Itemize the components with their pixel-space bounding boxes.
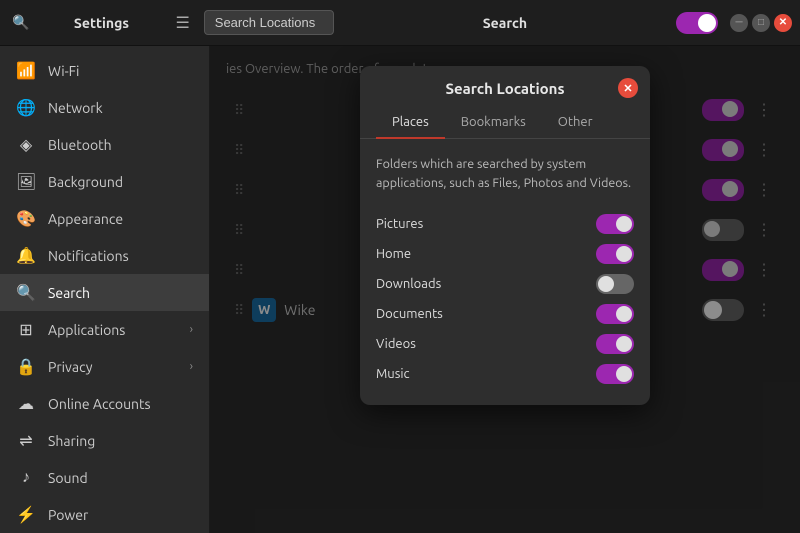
sidebar-label-online-accounts: Online Accounts — [48, 396, 151, 412]
power-icon: ⚡ — [16, 505, 36, 524]
close-button[interactable]: ✕ — [774, 14, 792, 32]
network-icon: 🌐 — [16, 98, 36, 117]
location-name-videos: Videos — [376, 337, 416, 351]
chevron-right-icon: › — [190, 323, 193, 336]
sidebar-label-sharing: Sharing — [48, 433, 95, 449]
search-locations-modal: Search Locations ✕ Places Bookmarks Othe… — [360, 66, 650, 405]
location-name-home: Home — [376, 247, 411, 261]
sidebar-label-network: Network — [48, 100, 103, 116]
sharing-icon: ⇌ — [16, 431, 36, 450]
bluetooth-icon: ◈ — [16, 135, 36, 154]
appearance-icon: 🎨 — [16, 209, 36, 228]
sidebar-label-privacy: Privacy — [48, 359, 92, 375]
sidebar-label-wifi: Wi-Fi — [48, 63, 79, 79]
notifications-icon: 🔔 — [16, 246, 36, 265]
modal-title: Search Locations — [445, 80, 564, 97]
sidebar-item-background[interactable]: 🖼 Background — [0, 163, 209, 200]
app-title: Settings — [41, 15, 161, 31]
sidebar-label-appearance: Appearance — [48, 211, 123, 227]
modal-body: Folders which are searched by system app… — [360, 139, 650, 405]
search-icon: 🔍 — [16, 283, 36, 302]
modal-header: Search Locations ✕ — [360, 66, 650, 107]
applications-icon: ⊞ — [16, 320, 36, 339]
content-area: ies Overview. The order of search t. ⠿ ⋮… — [210, 46, 800, 533]
sidebar-label-bluetooth: Bluetooth — [48, 137, 112, 153]
sidebar-item-sharing[interactable]: ⇌ Sharing — [0, 422, 209, 459]
modal-description: Folders which are searched by system app… — [376, 155, 634, 193]
location-name-pictures: Pictures — [376, 217, 423, 231]
sidebar-item-search[interactable]: 🔍 Search — [0, 274, 209, 311]
sidebar-label-background: Background — [48, 174, 123, 190]
modal-tabs: Places Bookmarks Other — [360, 107, 650, 139]
chevron-right-icon-2: › — [190, 360, 193, 373]
modal-close-button[interactable]: ✕ — [618, 78, 638, 98]
minimize-button[interactable]: ─ — [730, 14, 748, 32]
location-row-music: Music — [376, 359, 634, 389]
documents-toggle[interactable] — [596, 304, 634, 324]
sidebar-item-notifications[interactable]: 🔔 Notifications — [0, 237, 209, 274]
main-layout: 📶 Wi-Fi 🌐 Network ◈ Bluetooth 🖼 Backgrou… — [0, 46, 800, 533]
location-row-videos: Videos — [376, 329, 634, 359]
location-name-documents: Documents — [376, 307, 443, 321]
sidebar-label-applications: Applications — [48, 322, 125, 338]
sidebar-item-bluetooth[interactable]: ◈ Bluetooth — [0, 126, 209, 163]
home-toggle[interactable] — [596, 244, 634, 264]
videos-toggle[interactable] — [596, 334, 634, 354]
sidebar-label-search: Search — [48, 285, 90, 301]
music-toggle[interactable] — [596, 364, 634, 384]
tab-bookmarks[interactable]: Bookmarks — [445, 107, 542, 139]
sound-icon: ♪ — [16, 468, 36, 487]
search-toggle[interactable] — [676, 12, 718, 34]
sidebar-label-power: Power — [48, 507, 88, 523]
location-name-downloads: Downloads — [376, 277, 441, 291]
sidebar-item-applications[interactable]: ⊞ Applications › — [0, 311, 209, 348]
menu-button[interactable]: ☰ — [169, 9, 195, 37]
wifi-icon: 📶 — [16, 61, 36, 80]
location-row-documents: Documents — [376, 299, 634, 329]
privacy-icon: 🔒 — [16, 357, 36, 376]
sidebar-label-sound: Sound — [48, 470, 88, 486]
sidebar-item-network[interactable]: 🌐 Network — [0, 89, 209, 126]
search-input[interactable] — [204, 10, 334, 35]
sidebar: 📶 Wi-Fi 🌐 Network ◈ Bluetooth 🖼 Backgrou… — [0, 46, 210, 533]
modal-overlay: Search Locations ✕ Places Bookmarks Othe… — [210, 46, 800, 533]
titlebar: 🔍 Settings ☰ Search ─ □ ✕ — [0, 0, 800, 46]
sidebar-label-notifications: Notifications — [48, 248, 129, 264]
sidebar-item-appearance[interactable]: 🎨 Appearance — [0, 200, 209, 237]
location-row-home: Home — [376, 239, 634, 269]
sidebar-item-online-accounts[interactable]: ☁ Online Accounts — [0, 385, 209, 422]
sidebar-item-power[interactable]: ⚡ Power — [0, 496, 209, 533]
location-name-music: Music — [376, 367, 410, 381]
maximize-button[interactable]: □ — [752, 14, 770, 32]
location-row-downloads: Downloads — [376, 269, 634, 299]
sidebar-item-wifi[interactable]: 📶 Wi-Fi — [0, 52, 209, 89]
sidebar-item-privacy[interactable]: 🔒 Privacy › — [0, 348, 209, 385]
background-icon: 🖼 — [16, 172, 36, 191]
pictures-toggle[interactable] — [596, 214, 634, 234]
tab-other[interactable]: Other — [542, 107, 609, 139]
tab-places[interactable]: Places — [376, 107, 445, 139]
sidebar-item-sound[interactable]: ♪ Sound — [0, 459, 209, 496]
online-accounts-icon: ☁ — [16, 394, 36, 413]
window-controls: ─ □ ✕ — [730, 14, 792, 32]
location-row-pictures: Pictures — [376, 209, 634, 239]
search-master-toggle[interactable] — [676, 12, 718, 34]
downloads-toggle[interactable] — [596, 274, 634, 294]
titlebar-search-icon: 🔍 — [8, 10, 33, 35]
page-title: Search — [342, 15, 668, 31]
